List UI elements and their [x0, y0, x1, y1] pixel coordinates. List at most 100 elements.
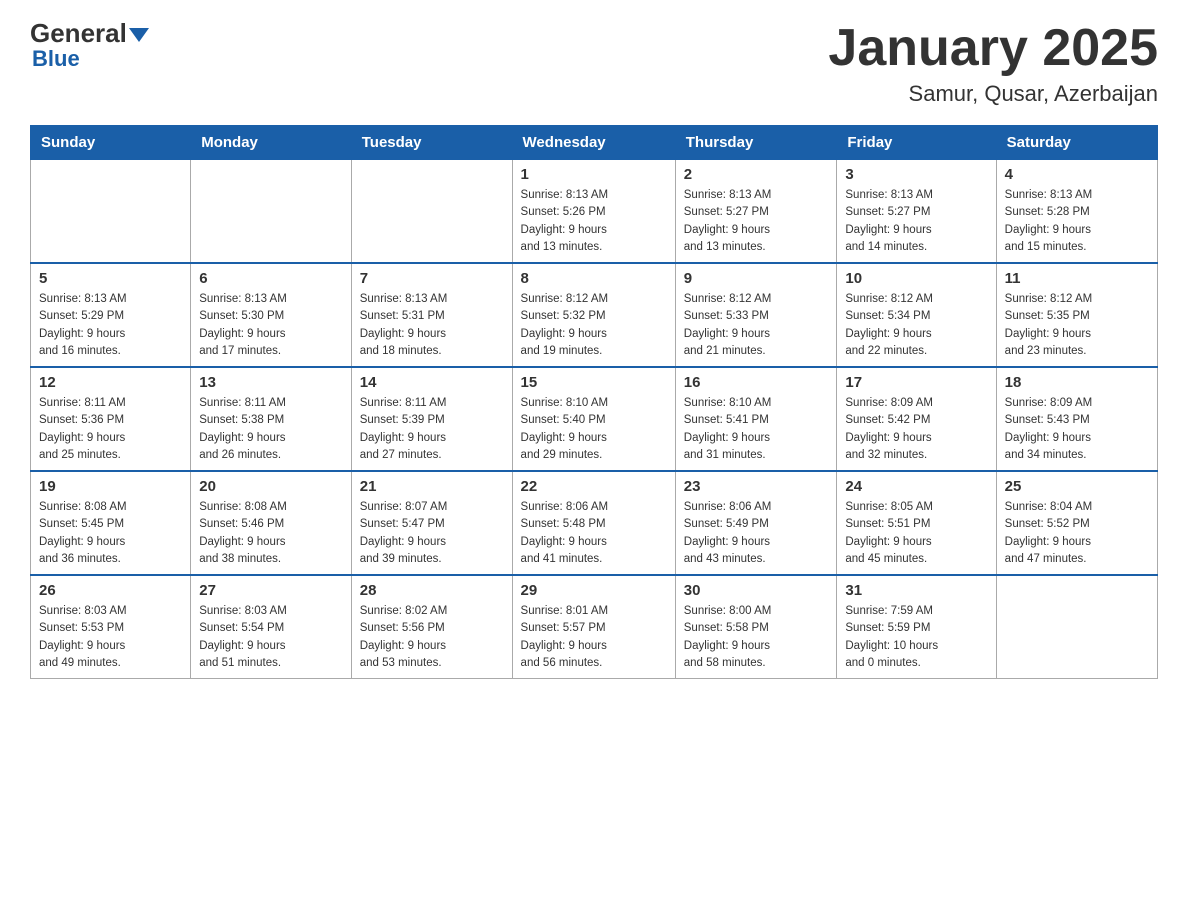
day-number: 15	[521, 374, 667, 391]
day-info: Sunrise: 8:12 AMSunset: 5:33 PMDaylight:…	[684, 291, 829, 360]
day-number: 21	[360, 478, 504, 495]
calendar-week-row: 26Sunrise: 8:03 AMSunset: 5:53 PMDayligh…	[31, 575, 1158, 679]
col-tuesday: Tuesday	[351, 126, 512, 160]
calendar-cell: 27 Sunrise: 8:03 AMSunset: 5:54 PMDayligh…	[191, 575, 352, 679]
col-sunday: Sunday	[31, 126, 191, 160]
day-number: 5	[39, 270, 182, 287]
calendar-cell: 19Sunrise: 8:08 AMSunset: 5:45 PMDayligh…	[31, 471, 191, 575]
title-section: January 2025 Samur, Qusar, Azerbaijan	[828, 20, 1158, 107]
day-number: 14	[360, 374, 504, 391]
calendar-cell: 4 Sunrise: 8:13 AMSunset: 5:28 PMDaylight…	[996, 160, 1157, 264]
day-number: 1	[521, 166, 667, 183]
day-number: 9	[684, 270, 829, 287]
day-info: Sunrise: 7:59 AMSunset: 5:59 PMDaylight:…	[845, 603, 987, 672]
day-number: 6	[199, 270, 343, 287]
day-info: Sunrise: 8:08 AMSunset: 5:46 PMDaylight:…	[199, 499, 343, 568]
calendar-cell: 3 Sunrise: 8:13 AMSunset: 5:27 PMDaylight…	[837, 160, 996, 264]
day-number: 30	[684, 582, 829, 599]
col-thursday: Thursday	[675, 126, 837, 160]
calendar-cell: 28 Sunrise: 8:02 AMSunset: 5:56 PMDayligh…	[351, 575, 512, 679]
calendar-cell: 2 Sunrise: 8:13 AMSunset: 5:27 PMDaylight…	[675, 160, 837, 264]
day-info: Sunrise: 8:11 AMSunset: 5:39 PMDaylight:…	[360, 395, 504, 464]
calendar-cell: 10 Sunrise: 8:12 AMSunset: 5:34 PMDayligh…	[837, 263, 996, 367]
calendar-week-row: 12 Sunrise: 8:11 AMSunset: 5:36 PMDayligh…	[31, 367, 1158, 471]
calendar-cell: 26Sunrise: 8:03 AMSunset: 5:53 PMDayligh…	[31, 575, 191, 679]
day-info: Sunrise: 8:06 AMSunset: 5:48 PMDaylight:…	[521, 499, 667, 568]
calendar-cell	[191, 160, 352, 264]
day-info: Sunrise: 8:11 AMSunset: 5:38 PMDaylight:…	[199, 395, 343, 464]
calendar-week-row: 5 Sunrise: 8:13 AMSunset: 5:29 PMDaylight…	[31, 263, 1158, 367]
day-number: 10	[845, 270, 987, 287]
page-header: General Blue January 2025 Samur, Qusar, …	[30, 20, 1158, 107]
col-monday: Monday	[191, 126, 352, 160]
logo: General Blue	[30, 20, 149, 70]
day-number: 16	[684, 374, 829, 391]
day-number: 27	[199, 582, 343, 599]
day-info: Sunrise: 8:11 AMSunset: 5:36 PMDaylight:…	[39, 395, 182, 464]
calendar-cell: 13 Sunrise: 8:11 AMSunset: 5:38 PMDayligh…	[191, 367, 352, 471]
day-number: 28	[360, 582, 504, 599]
logo-triangle-icon	[129, 28, 149, 42]
day-number: 31	[845, 582, 987, 599]
calendar-week-row: 1 Sunrise: 8:13 AMSunset: 5:26 PMDaylight…	[31, 160, 1158, 264]
calendar-cell: 15 Sunrise: 8:10 AMSunset: 5:40 PMDayligh…	[512, 367, 675, 471]
day-number: 25	[1005, 478, 1149, 495]
day-number: 18	[1005, 374, 1149, 391]
day-info: Sunrise: 8:07 AMSunset: 5:47 PMDaylight:…	[360, 499, 504, 568]
day-info: Sunrise: 8:01 AMSunset: 5:57 PMDaylight:…	[521, 603, 667, 672]
day-info: Sunrise: 8:10 AMSunset: 5:40 PMDaylight:…	[521, 395, 667, 464]
day-info: Sunrise: 8:09 AMSunset: 5:42 PMDaylight:…	[845, 395, 987, 464]
day-info: Sunrise: 8:13 AMSunset: 5:30 PMDaylight:…	[199, 291, 343, 360]
day-number: 29	[521, 582, 667, 599]
day-info: Sunrise: 8:13 AMSunset: 5:31 PMDaylight:…	[360, 291, 504, 360]
calendar-header-row: Sunday Monday Tuesday Wednesday Thursday…	[31, 126, 1158, 160]
calendar-cell	[996, 575, 1157, 679]
day-number: 22	[521, 478, 667, 495]
day-info: Sunrise: 8:13 AMSunset: 5:27 PMDaylight:…	[845, 187, 987, 256]
day-number: 12	[39, 374, 182, 391]
day-info: Sunrise: 8:05 AMSunset: 5:51 PMDaylight:…	[845, 499, 987, 568]
calendar-cell: 29 Sunrise: 8:01 AMSunset: 5:57 PMDayligh…	[512, 575, 675, 679]
day-number: 4	[1005, 166, 1149, 183]
calendar-title: January 2025	[828, 20, 1158, 77]
day-info: Sunrise: 8:13 AMSunset: 5:26 PMDaylight:…	[521, 187, 667, 256]
day-info: Sunrise: 8:10 AMSunset: 5:41 PMDaylight:…	[684, 395, 829, 464]
day-info: Sunrise: 8:03 AMSunset: 5:53 PMDaylight:…	[39, 603, 182, 672]
calendar-cell	[351, 160, 512, 264]
day-number: 13	[199, 374, 343, 391]
day-number: 20	[199, 478, 343, 495]
day-number: 2	[684, 166, 829, 183]
calendar-cell: 6 Sunrise: 8:13 AMSunset: 5:30 PMDaylight…	[191, 263, 352, 367]
calendar-cell: 9 Sunrise: 8:12 AMSunset: 5:33 PMDaylight…	[675, 263, 837, 367]
calendar-week-row: 19Sunrise: 8:08 AMSunset: 5:45 PMDayligh…	[31, 471, 1158, 575]
calendar-cell: 24 Sunrise: 8:05 AMSunset: 5:51 PMDayligh…	[837, 471, 996, 575]
calendar-cell: 1 Sunrise: 8:13 AMSunset: 5:26 PMDaylight…	[512, 160, 675, 264]
day-number: 23	[684, 478, 829, 495]
calendar-cell: 21 Sunrise: 8:07 AMSunset: 5:47 PMDayligh…	[351, 471, 512, 575]
day-info: Sunrise: 8:13 AMSunset: 5:27 PMDaylight:…	[684, 187, 829, 256]
day-info: Sunrise: 8:03 AMSunset: 5:54 PMDaylight:…	[199, 603, 343, 672]
day-info: Sunrise: 8:08 AMSunset: 5:45 PMDaylight:…	[39, 499, 182, 568]
day-info: Sunrise: 8:12 AMSunset: 5:34 PMDaylight:…	[845, 291, 987, 360]
day-info: Sunrise: 8:06 AMSunset: 5:49 PMDaylight:…	[684, 499, 829, 568]
calendar-cell: 23 Sunrise: 8:06 AMSunset: 5:49 PMDayligh…	[675, 471, 837, 575]
calendar-cell: 22 Sunrise: 8:06 AMSunset: 5:48 PMDayligh…	[512, 471, 675, 575]
calendar-cell: 5 Sunrise: 8:13 AMSunset: 5:29 PMDaylight…	[31, 263, 191, 367]
calendar-cell: 14 Sunrise: 8:11 AMSunset: 5:39 PMDayligh…	[351, 367, 512, 471]
day-info: Sunrise: 8:04 AMSunset: 5:52 PMDaylight:…	[1005, 499, 1149, 568]
calendar-cell: 18 Sunrise: 8:09 AMSunset: 5:43 PMDayligh…	[996, 367, 1157, 471]
day-info: Sunrise: 8:13 AMSunset: 5:29 PMDaylight:…	[39, 291, 182, 360]
calendar-cell: 11Sunrise: 8:12 AMSunset: 5:35 PMDayligh…	[996, 263, 1157, 367]
day-info: Sunrise: 8:12 AMSunset: 5:35 PMDaylight:…	[1005, 291, 1149, 360]
day-info: Sunrise: 8:02 AMSunset: 5:56 PMDaylight:…	[360, 603, 504, 672]
day-number: 3	[845, 166, 987, 183]
day-info: Sunrise: 8:09 AMSunset: 5:43 PMDaylight:…	[1005, 395, 1149, 464]
day-number: 24	[845, 478, 987, 495]
day-info: Sunrise: 8:13 AMSunset: 5:28 PMDaylight:…	[1005, 187, 1149, 256]
calendar-table: Sunday Monday Tuesday Wednesday Thursday…	[30, 125, 1158, 679]
day-number: 7	[360, 270, 504, 287]
calendar-cell: 20 Sunrise: 8:08 AMSunset: 5:46 PMDayligh…	[191, 471, 352, 575]
col-wednesday: Wednesday	[512, 126, 675, 160]
calendar-cell: 30Sunrise: 8:00 AMSunset: 5:58 PMDayligh…	[675, 575, 837, 679]
calendar-cell: 8Sunrise: 8:12 AMSunset: 5:32 PMDaylight…	[512, 263, 675, 367]
